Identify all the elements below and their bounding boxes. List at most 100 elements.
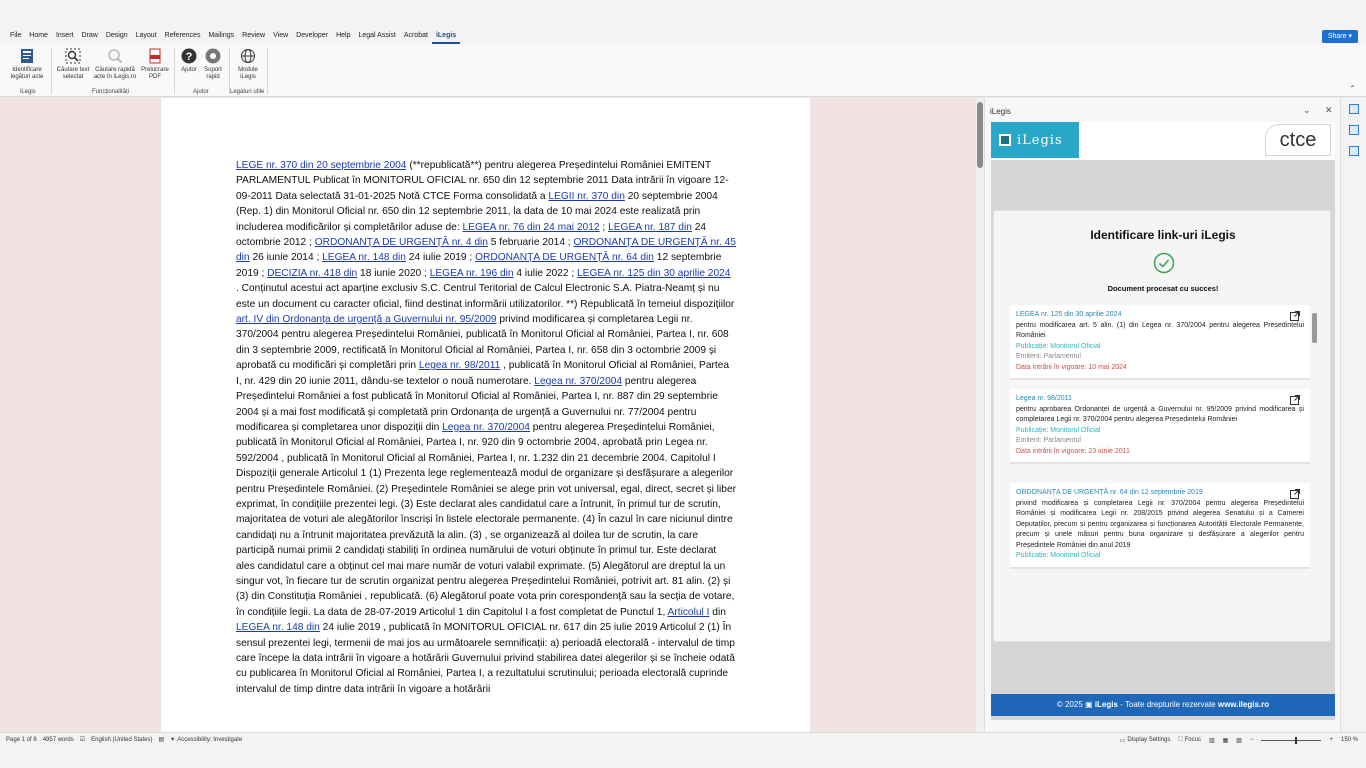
card-heading: Identificare link-uri iLegis bbox=[1090, 228, 1236, 242]
word-window: File Home Insert Draw Design Layout References… bbox=[0, 0, 1366, 768]
cautare-text-button[interactable]: Căutare text selectat bbox=[55, 47, 91, 81]
print-layout-icon[interactable]: ▦ bbox=[1223, 737, 1229, 744]
item-description: pentru modificarea art. 5 alin. (1) din … bbox=[1016, 321, 1304, 340]
focus-mode[interactable]: Focus bbox=[1185, 737, 1201, 743]
act-link[interactable]: LEGII nr. 370 din bbox=[548, 191, 624, 202]
menu-tab-home[interactable]: Home bbox=[25, 28, 52, 44]
item-emitent: Emitent: Parlamentul bbox=[1016, 353, 1081, 360]
read-mode-icon[interactable]: ▥ bbox=[1209, 737, 1215, 744]
menu-tab-mailings[interactable]: Mailings bbox=[204, 28, 238, 44]
menu-tab-file[interactable]: File bbox=[6, 28, 25, 44]
scrollbar-thumb[interactable] bbox=[977, 102, 983, 168]
menu-tab-acrobat[interactable]: Acrobat bbox=[400, 28, 432, 44]
check-circle-icon bbox=[1153, 252, 1175, 274]
act-link[interactable]: Legea nr. 370/2004 bbox=[442, 422, 530, 433]
act-link[interactable]: Legea nr. 370/2004 bbox=[534, 376, 622, 387]
act-link[interactable]: art. IV din Ordonanța de urgență a Guver… bbox=[236, 314, 497, 325]
act-link[interactable]: LEGEA nr. 125 din 30 aprilie 2024 bbox=[577, 268, 731, 279]
menu-tab-developer[interactable]: Developer bbox=[292, 28, 332, 44]
act-link[interactable]: LEGEA nr. 196 din bbox=[430, 268, 514, 279]
zoom-slider-knob[interactable] bbox=[1295, 736, 1298, 744]
language[interactable]: English (United States) bbox=[91, 737, 152, 743]
display-settings[interactable]: Display Settings bbox=[1127, 737, 1170, 743]
module-ilegis-button[interactable]: Module iLegis bbox=[233, 47, 263, 81]
share-button[interactable]: Share ▾ bbox=[1321, 30, 1358, 43]
menu-tab-references[interactable]: References bbox=[161, 28, 205, 44]
addin-panel-icon[interactable] bbox=[1349, 125, 1359, 135]
menu-tab-ilegis[interactable]: iLegis bbox=[431, 28, 461, 44]
act-link[interactable]: Articolul I bbox=[668, 607, 710, 618]
document-text[interactable]: LEGE nr. 370 din 20 septembrie 2004 (**r… bbox=[236, 158, 736, 697]
item-title[interactable]: LEGEA nr. 125 din 30 aprilie 2024 bbox=[1016, 310, 1304, 321]
display-icon: ▭ bbox=[1119, 737, 1126, 744]
menu-tab-insert[interactable]: Insert bbox=[52, 28, 78, 44]
addin-panel-icon[interactable] bbox=[1349, 104, 1359, 114]
identificare-legaturi-button[interactable]: Identificare legături acte bbox=[8, 47, 46, 81]
item-title[interactable]: ORDONANȚA DE URGENȚĂ nr. 64 din 12 septe… bbox=[1016, 488, 1304, 499]
page-count[interactable]: Page 1 of 8 bbox=[6, 737, 37, 743]
act-link[interactable]: LEGEA nr. 148 din bbox=[322, 252, 406, 263]
menu-tab-design[interactable]: Design bbox=[102, 28, 132, 44]
help-icon: ? bbox=[180, 47, 198, 65]
document-scrollbar[interactable] bbox=[976, 98, 984, 732]
list-scrollbar-thumb[interactable] bbox=[1312, 313, 1317, 343]
list-item[interactable]: ORDONANȚA DE URGENȚĂ nr. 64 din 12 septe… bbox=[1010, 483, 1310, 569]
close-icon[interactable]: ✕ bbox=[1325, 105, 1333, 116]
document-segment: din bbox=[709, 606, 726, 618]
suport-rapid-button[interactable]: Suport rapid bbox=[201, 47, 225, 81]
macro-icon[interactable]: ▤ bbox=[159, 736, 165, 743]
item-publication: Publicație: Monitorul Oficial bbox=[1016, 342, 1101, 350]
external-link-icon[interactable] bbox=[1290, 489, 1300, 499]
web-layout-icon[interactable]: ▧ bbox=[1236, 737, 1242, 744]
document-page[interactable]: LEGE nr. 370 din 20 septembrie 2004 (**r… bbox=[160, 98, 811, 732]
footer-url[interactable]: www.ilegis.ro bbox=[1218, 700, 1269, 709]
menu-tab-layout[interactable]: Layout bbox=[132, 28, 161, 44]
identificare-label: Identificare legături acte bbox=[10, 67, 44, 80]
footer-logo-icon: ▣ bbox=[1085, 700, 1093, 709]
cautare-rapida-button[interactable]: Căutare rapidă acte în iLegis.ro bbox=[93, 47, 137, 81]
addin-panel-icon[interactable] bbox=[1349, 146, 1359, 156]
document-segment: ; bbox=[599, 221, 609, 233]
zoom-out-icon[interactable]: − bbox=[1250, 737, 1254, 743]
group-label-ilegis: iLegis bbox=[20, 89, 36, 95]
ctce-logo-text: ctce bbox=[1279, 128, 1317, 151]
act-link[interactable]: LEGEA nr. 148 din bbox=[236, 622, 320, 633]
word-count[interactable]: 4957 words bbox=[43, 737, 74, 743]
document-area: LEGE nr. 370 din 20 septembrie 2004 (**r… bbox=[0, 98, 976, 732]
zoom-level[interactable]: 150 % bbox=[1341, 737, 1358, 743]
act-link[interactable]: LEGEA nr. 187 din bbox=[608, 222, 692, 233]
menu-tab-draw[interactable]: Draw bbox=[77, 28, 101, 44]
accessibility-status[interactable]: Accessibility: Investigate bbox=[177, 737, 242, 743]
ajutor-button[interactable]: ? Ajutor bbox=[178, 47, 200, 74]
menu-tab-legal-assist[interactable]: Legal Assist bbox=[354, 28, 399, 44]
prelucrare-pdf-button[interactable]: Prelucrare PDF bbox=[139, 47, 171, 81]
act-link[interactable]: DECIZIA nr. 418 din bbox=[267, 268, 357, 279]
act-link[interactable]: Legea nr. 98/2011 bbox=[419, 360, 500, 371]
external-link-icon[interactable] bbox=[1290, 311, 1300, 321]
document-link-icon bbox=[18, 47, 36, 65]
menu-tab-review[interactable]: Review bbox=[238, 28, 269, 44]
external-link-icon[interactable] bbox=[1290, 395, 1300, 405]
collapse-ribbon-icon[interactable]: ⌃ bbox=[1349, 84, 1356, 93]
list-item[interactable]: Legea nr. 98/2011 pentru aprobarea Ordon… bbox=[1010, 389, 1310, 464]
ajutor-label: Ajutor bbox=[181, 67, 197, 73]
act-link[interactable]: ORDONANȚA DE URGENȚĂ nr. 64 din bbox=[475, 252, 654, 263]
bottom-strip bbox=[0, 746, 1366, 768]
item-emitent: Emitent: Parlamentul bbox=[1016, 437, 1081, 444]
cautare-text-label: Căutare text selectat bbox=[56, 67, 90, 80]
act-link[interactable]: LEGEA nr. 76 din 24 mai 2012 bbox=[463, 222, 600, 233]
list-scrollbar[interactable] bbox=[1312, 305, 1318, 581]
menu-tab-view[interactable]: View bbox=[269, 28, 292, 44]
act-link[interactable]: ORDONANȚA DE URGENȚĂ nr. 4 din bbox=[315, 237, 488, 248]
menu-tab-help[interactable]: Help bbox=[332, 28, 354, 44]
act-link[interactable]: LEGE nr. 370 din 20 septembrie 2004 bbox=[236, 160, 406, 171]
zoom-slider[interactable] bbox=[1261, 736, 1322, 744]
group-label-functionalitati: Funcționalități bbox=[92, 89, 130, 95]
list-item[interactable]: LEGEA nr. 125 din 30 aprilie 2024 pentru… bbox=[1010, 305, 1310, 380]
document-segment: 18 iunie 2020 ; bbox=[357, 267, 430, 279]
item-title[interactable]: Legea nr. 98/2011 bbox=[1016, 394, 1304, 405]
proofing-icon[interactable]: ☑ bbox=[80, 736, 85, 743]
document-segment: 4 iulie 2022 ; bbox=[513, 267, 577, 279]
zoom-in-icon[interactable]: + bbox=[1329, 737, 1333, 743]
chevron-down-icon[interactable]: ⌄ bbox=[1303, 105, 1311, 116]
